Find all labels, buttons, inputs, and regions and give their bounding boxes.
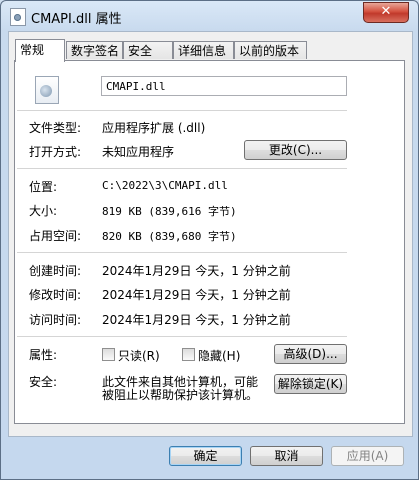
file-type-value: 应用程序扩展 (.dll) xyxy=(102,121,206,135)
tab-security[interactable]: 安全 xyxy=(123,41,173,59)
separator xyxy=(17,252,347,253)
modified-value: 2024年1月29日 今天，1 分钟之前 xyxy=(102,288,291,302)
ok-button[interactable]: 确定 xyxy=(169,446,242,466)
tab-general[interactable]: 常规 xyxy=(15,39,65,62)
dll-file-icon xyxy=(10,8,26,26)
file-name-value: CMAPI.dll xyxy=(106,80,166,93)
size-on-disk-value: 820 KB (839,680 字节) xyxy=(102,230,237,243)
hidden-label[interactable]: 隐藏(H) xyxy=(198,347,240,364)
advanced-button[interactable]: 高级(D)... xyxy=(274,344,347,364)
file-name-field[interactable]: CMAPI.dll xyxy=(101,76,347,96)
tab-digital-signatures[interactable]: 数字签名 xyxy=(66,41,123,59)
separator xyxy=(17,336,347,337)
properties-window: CMAPI.dll 属性 ✕ 常规 数字签名 安全 详细信息 以前的版本 CMA… xyxy=(0,0,419,480)
file-type-label: 文件类型: xyxy=(29,121,82,135)
accessed-value: 2024年1月29日 今天，1 分钟之前 xyxy=(102,313,291,327)
tab-previous-versions[interactable]: 以前的版本 xyxy=(234,41,307,59)
hidden-checkbox[interactable] xyxy=(182,348,195,361)
created-label: 创建时间: xyxy=(29,264,82,278)
tab-details[interactable]: 详细信息 xyxy=(173,41,234,59)
cancel-button[interactable]: 取消 xyxy=(250,446,323,466)
window-title: CMAPI.dll 属性 xyxy=(31,12,122,27)
location-label: 位置: xyxy=(29,180,58,194)
accessed-label: 访问时间: xyxy=(29,313,82,327)
change-button[interactable]: 更改(C)... xyxy=(244,140,347,160)
location-value: C:\2022\3\CMAPI.dll xyxy=(102,179,228,192)
separator xyxy=(17,110,347,111)
unblock-button[interactable]: 解除锁定(K) xyxy=(274,374,347,394)
opens-with-label: 打开方式: xyxy=(29,145,82,159)
readonly-checkbox[interactable] xyxy=(102,348,115,361)
modified-label: 修改时间: xyxy=(29,288,82,302)
opens-with-value: 未知应用程序 xyxy=(102,145,175,159)
created-value: 2024年1月29日 今天，1 分钟之前 xyxy=(102,264,291,278)
size-label: 大小: xyxy=(29,204,58,218)
security-label: 安全: xyxy=(29,375,58,389)
readonly-label[interactable]: 只读(R) xyxy=(118,347,160,364)
security-warning-line2: 被阻止以帮助保护该计算机。 xyxy=(102,388,259,402)
title-bar[interactable]: CMAPI.dll 属性 ✕ xyxy=(1,1,418,31)
attributes-label: 属性: xyxy=(29,348,58,362)
apply-button[interactable]: 应用(A) xyxy=(331,446,404,466)
dll-file-icon xyxy=(35,76,59,104)
size-on-disk-label: 占用空间: xyxy=(29,229,82,243)
size-value: 819 KB (839,616 字节) xyxy=(102,205,237,218)
separator xyxy=(17,168,347,169)
close-icon: ✕ xyxy=(380,4,392,19)
close-button[interactable]: ✕ xyxy=(363,2,409,23)
